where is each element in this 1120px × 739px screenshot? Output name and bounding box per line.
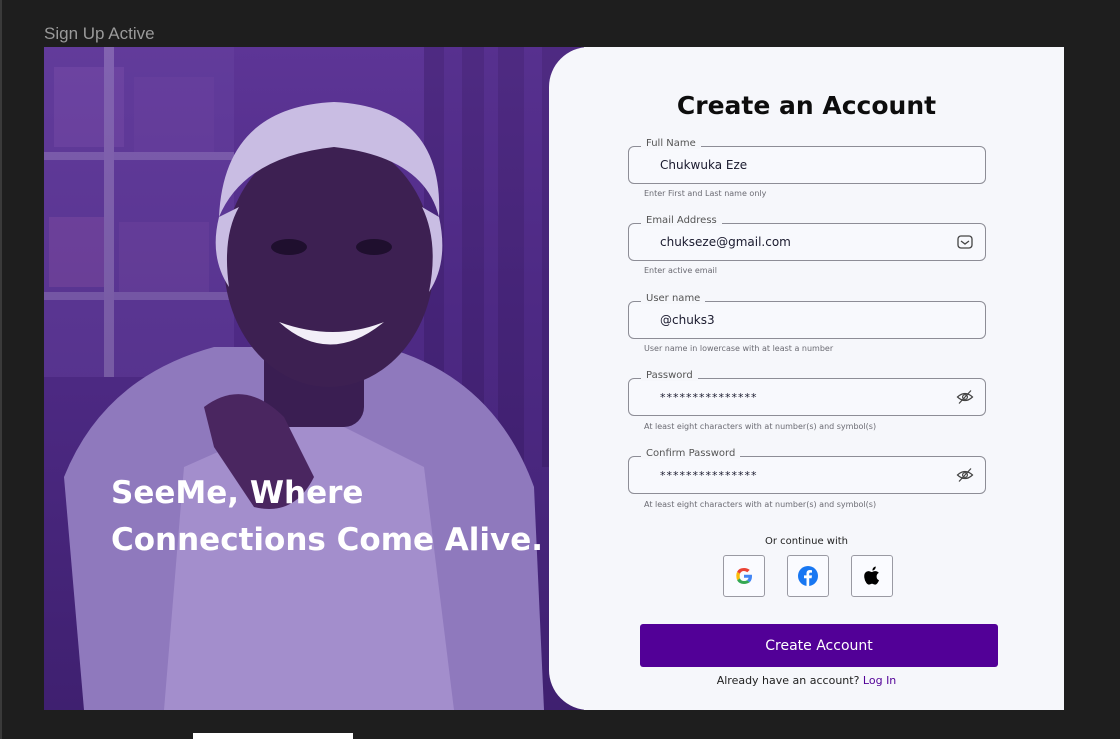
frame-label: Sign Up Active [44,24,155,43]
password-value[interactable]: *************** [660,391,758,404]
create-account-button[interactable]: Create Account [640,624,998,667]
hero-illustration [44,47,584,710]
signup-panel: Create an Account Full Name Chukwuka Eze… [549,47,1064,710]
email-hint: Enter active email [644,266,717,275]
eye-off-icon[interactable] [956,389,974,405]
hero-tagline-line1: SeeMe, Where [111,475,364,511]
full-name-field[interactable]: Full Name Chukwuka Eze [628,138,986,184]
login-prompt-text: Already have an account? [716,674,860,687]
password-hint: At least eight characters with at number… [644,422,877,431]
google-signin-button[interactable] [723,555,765,597]
eye-off-icon[interactable] [956,467,974,483]
hero-tagline: SeeMe, Where Connections Come Alive. [111,470,551,564]
signup-frame: SeeMe, Where Connections Come Alive. Cre… [44,47,1064,710]
apple-signin-button[interactable] [851,555,893,597]
password-label: Password [641,370,698,381]
confirm-password-field[interactable]: Confirm Password *************** [628,448,986,494]
facebook-signin-button[interactable] [787,555,829,597]
full-name-label: Full Name [641,138,701,149]
login-prompt: Already have an account? Log In [549,674,1064,687]
login-link[interactable]: Log In [863,674,896,687]
username-value[interactable]: @chuks3 [660,313,715,327]
full-name-value[interactable]: Chukwuka Eze [660,158,747,172]
email-label: Email Address [641,215,722,226]
username-field[interactable]: User name @chuks3 [628,293,986,339]
password-field[interactable]: Password *************** [628,370,986,416]
hero-image: SeeMe, Where Connections Come Alive. [44,47,584,710]
form-title: Create an Account [676,91,937,120]
apple-icon [864,566,879,585]
or-continue-label: Or continue with [764,536,849,547]
email-field[interactable]: Email Address chukseze@gmail.com [628,215,986,261]
confirm-password-label: Confirm Password [641,448,741,459]
canvas-edge [0,0,2,739]
envelope-icon [957,235,973,249]
username-hint: User name in lowercase with at least a n… [644,344,834,353]
email-value[interactable]: chukseze@gmail.com [660,235,791,249]
hero-tagline-line2: Connections Come Alive. [111,522,544,558]
confirm-password-value[interactable]: *************** [660,469,758,482]
canvas-element [193,733,353,739]
username-label: User name [641,293,706,304]
facebook-icon [798,566,818,586]
full-name-hint: Enter First and Last name only [644,189,767,198]
google-icon [736,568,752,584]
confirm-password-hint: At least eight characters with at number… [644,500,877,509]
